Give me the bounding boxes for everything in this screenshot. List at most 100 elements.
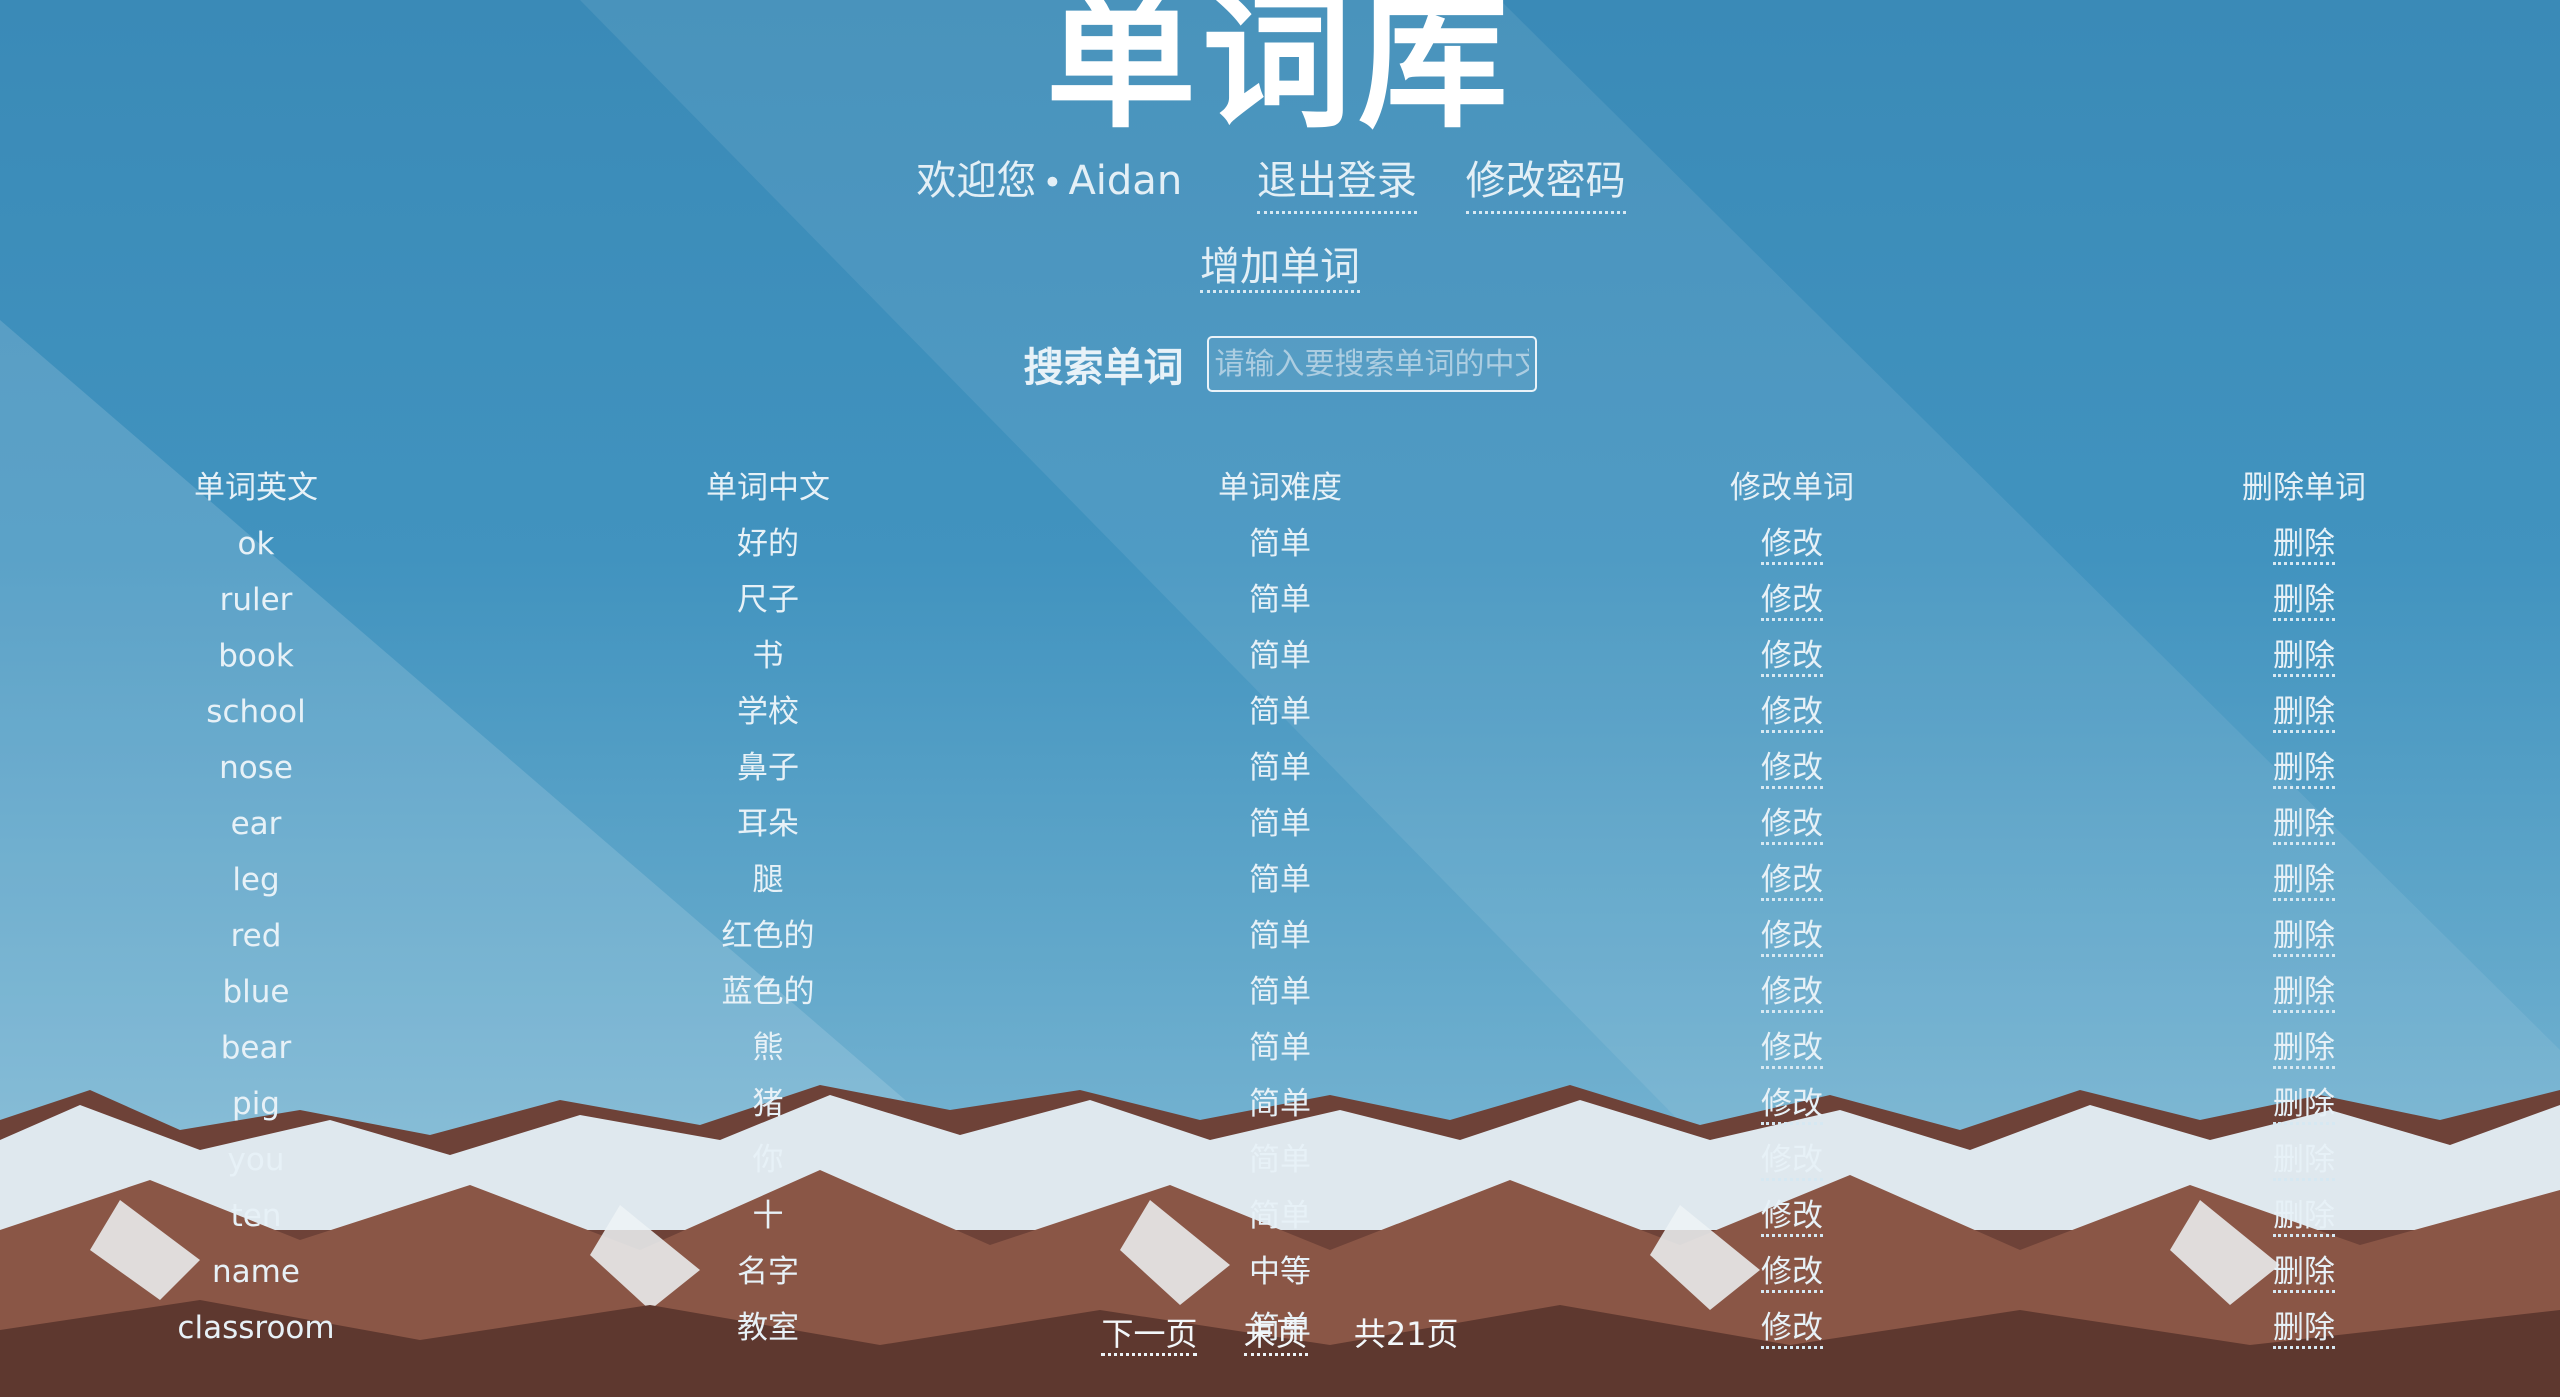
word-difficulty-cell: 简单 (1024, 964, 1536, 1020)
edit-link[interactable]: 修改 (1761, 1030, 1823, 1069)
delete-link-cell: 删除 (2048, 852, 2560, 908)
delete-link[interactable]: 删除 (2273, 638, 2335, 677)
edit-link-cell: 修改 (1536, 964, 2048, 1020)
word-difficulty-cell: 简单 (1024, 516, 1536, 572)
table-row: bear 熊 简单 修改 删除 (0, 1020, 2560, 1076)
word-chinese: 熊 (752, 1030, 784, 1066)
search-bar: 搜索单词 (0, 335, 2560, 393)
word-english: blue (222, 974, 290, 1010)
edit-link[interactable]: 修改 (1761, 526, 1823, 565)
table-row: red 红色的 简单 修改 删除 (0, 908, 2560, 964)
word-english: you (227, 1142, 285, 1178)
table-row: ear 耳朵 简单 修改 删除 (0, 796, 2560, 852)
table-row: name 名字 中等 修改 删除 (0, 1244, 2560, 1300)
word-english: pig (232, 1086, 280, 1122)
table-row: ruler 尺子 简单 修改 删除 (0, 572, 2560, 628)
delete-link[interactable]: 删除 (2273, 1030, 2335, 1069)
word-chinese-cell: 腿 (512, 852, 1024, 908)
edit-link[interactable]: 修改 (1761, 1086, 1823, 1125)
username: Aidan (1068, 158, 1183, 204)
edit-link[interactable]: 修改 (1761, 582, 1823, 621)
page-content: 单词库 欢迎您•Aidan 退出登录 修改密码 增加单词 搜索单词 单词英文 单… (0, 0, 2560, 1397)
last-page-link[interactable]: 末页 (1243, 1315, 1308, 1356)
edit-link[interactable]: 修改 (1761, 918, 1823, 957)
edit-link[interactable]: 修改 (1761, 862, 1823, 901)
word-chinese-cell: 鼻子 (512, 740, 1024, 796)
edit-link[interactable]: 修改 (1761, 974, 1823, 1013)
delete-link[interactable]: 删除 (2273, 806, 2335, 845)
word-english-cell: ruler (0, 572, 512, 628)
word-chinese: 你 (752, 1142, 784, 1178)
edit-link[interactable]: 修改 (1761, 1198, 1823, 1237)
edit-link[interactable]: 修改 (1761, 750, 1823, 789)
delete-link-cell: 删除 (2048, 516, 2560, 572)
edit-link[interactable]: 修改 (1761, 1254, 1823, 1293)
delete-link-cell: 删除 (2048, 684, 2560, 740)
delete-link-cell: 删除 (2048, 908, 2560, 964)
logout-link[interactable]: 退出登录 (1256, 151, 1417, 214)
word-english: ten (230, 1198, 282, 1234)
delete-link[interactable]: 删除 (2273, 862, 2335, 901)
delete-link-cell: 删除 (2048, 1188, 2560, 1244)
word-chinese-cell: 十 (512, 1188, 1024, 1244)
edit-link[interactable]: 修改 (1761, 694, 1823, 733)
edit-link-cell: 修改 (1536, 1020, 2048, 1076)
delete-link[interactable]: 删除 (2273, 694, 2335, 733)
delete-link[interactable]: 删除 (2273, 582, 2335, 621)
word-chinese: 鼻子 (737, 750, 799, 786)
separator-dot: • (1042, 163, 1063, 203)
word-difficulty: 中等 (1249, 1254, 1311, 1290)
edit-link-cell: 修改 (1536, 1132, 2048, 1188)
delete-link[interactable]: 删除 (2273, 918, 2335, 957)
header-english: 单词英文 (194, 470, 318, 506)
word-difficulty: 简单 (1249, 750, 1311, 786)
word-chinese: 蓝色的 (721, 974, 815, 1010)
delete-link[interactable]: 删除 (2273, 1142, 2335, 1181)
word-difficulty: 简单 (1249, 638, 1311, 674)
delete-link[interactable]: 删除 (2273, 1254, 2335, 1293)
edit-link[interactable]: 修改 (1761, 638, 1823, 677)
edit-link-cell: 修改 (1536, 1244, 2048, 1300)
word-english-cell: school (0, 684, 512, 740)
pagination: 下一页 末页 共21页 (0, 1306, 2560, 1362)
delete-link-cell: 删除 (2048, 740, 2560, 796)
table-row: you 你 简单 修改 删除 (0, 1132, 2560, 1188)
word-english-cell: nose (0, 740, 512, 796)
word-difficulty-cell: 简单 (1024, 628, 1536, 684)
header-edit: 修改单词 (1730, 470, 1854, 506)
search-input[interactable] (1206, 336, 1537, 392)
table-row: leg 腿 简单 修改 删除 (0, 852, 2560, 908)
word-difficulty: 简单 (1249, 1086, 1311, 1122)
delete-link[interactable]: 删除 (2273, 526, 2335, 565)
delete-link-cell: 删除 (2048, 1244, 2560, 1300)
delete-link[interactable]: 删除 (2273, 1086, 2335, 1125)
word-chinese: 名字 (737, 1254, 799, 1290)
word-english-cell: blue (0, 964, 512, 1020)
word-chinese: 猪 (752, 1086, 784, 1122)
edit-link[interactable]: 修改 (1761, 806, 1823, 845)
word-difficulty-cell: 简单 (1024, 1076, 1536, 1132)
delete-link[interactable]: 删除 (2273, 974, 2335, 1013)
word-difficulty: 简单 (1249, 862, 1311, 898)
delete-link[interactable]: 删除 (2273, 750, 2335, 789)
change-password-link[interactable]: 修改密码 (1465, 151, 1626, 214)
word-difficulty-cell: 简单 (1024, 1188, 1536, 1244)
word-chinese: 学校 (737, 694, 799, 730)
word-chinese-cell: 学校 (512, 684, 1024, 740)
word-english-cell: bear (0, 1020, 512, 1076)
edit-link-cell: 修改 (1536, 852, 2048, 908)
word-english-cell: pig (0, 1076, 512, 1132)
delete-link[interactable]: 删除 (2273, 1198, 2335, 1237)
add-word-link[interactable]: 增加单词 (1200, 244, 1360, 293)
delete-link-cell: 删除 (2048, 1076, 2560, 1132)
word-english: ok (237, 526, 275, 562)
word-english-cell: you (0, 1132, 512, 1188)
next-page-link[interactable]: 下一页 (1101, 1315, 1198, 1356)
word-difficulty: 简单 (1249, 1198, 1311, 1234)
edit-link[interactable]: 修改 (1761, 1142, 1823, 1181)
welcome-message: 欢迎您 • Aidan (916, 151, 1182, 213)
table-row: ok 好的 简单 修改 删除 (0, 516, 2560, 572)
word-difficulty-cell: 简单 (1024, 1020, 1536, 1076)
word-difficulty: 简单 (1249, 582, 1311, 618)
header-difficulty: 单词难度 (1218, 470, 1342, 506)
